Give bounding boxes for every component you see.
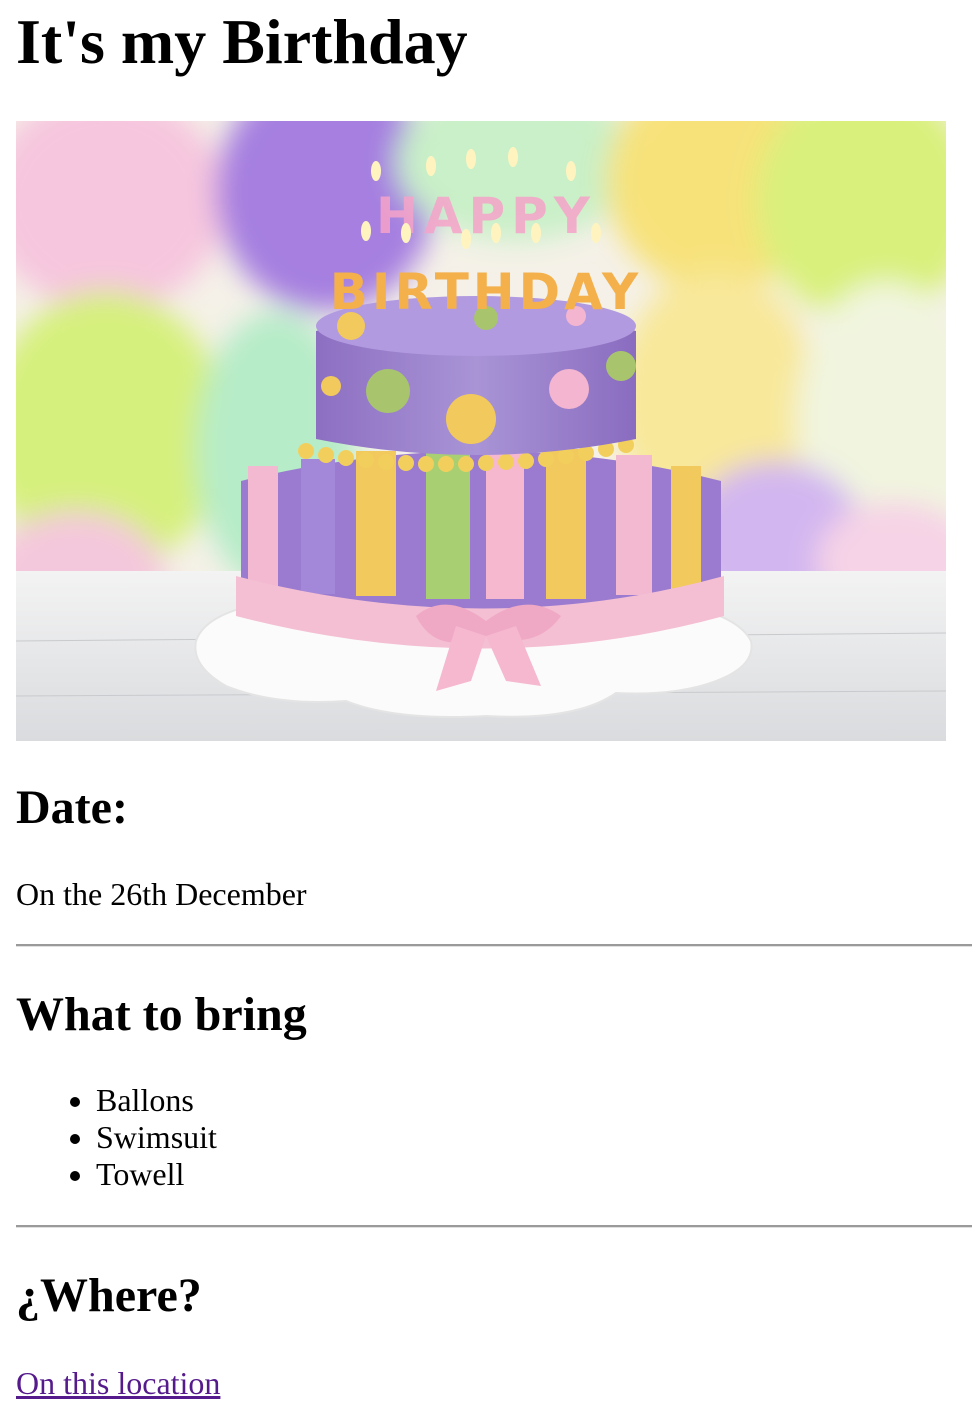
what-to-bring-heading: What to bring (16, 988, 307, 1041)
bring-list: Ballons Swimsuit Towell (16, 1082, 217, 1193)
candles-birthday: BIRTHDAY (330, 263, 643, 321)
date-text: On the 26th December (16, 876, 307, 912)
bullet-icon (70, 1171, 80, 1181)
list-item-text: Swimsuit (96, 1119, 217, 1155)
bullet-icon (70, 1134, 80, 1144)
list-item: Swimsuit (70, 1119, 217, 1156)
divider (16, 1225, 972, 1228)
date-heading: Date: (16, 781, 128, 834)
divider (16, 944, 972, 947)
list-item-text: Towell (96, 1156, 185, 1192)
location-link[interactable]: On this location (16, 1364, 220, 1402)
page-title: It's my Birthday (16, 6, 468, 77)
birthday-cake-image: HAPPY BIRTHDAY (16, 121, 946, 741)
where-heading: ¿Where? (16, 1269, 202, 1322)
list-item-text: Ballons (96, 1082, 194, 1118)
list-item: Towell (70, 1156, 217, 1193)
list-item: Ballons (70, 1082, 217, 1119)
bullet-icon (70, 1097, 80, 1107)
